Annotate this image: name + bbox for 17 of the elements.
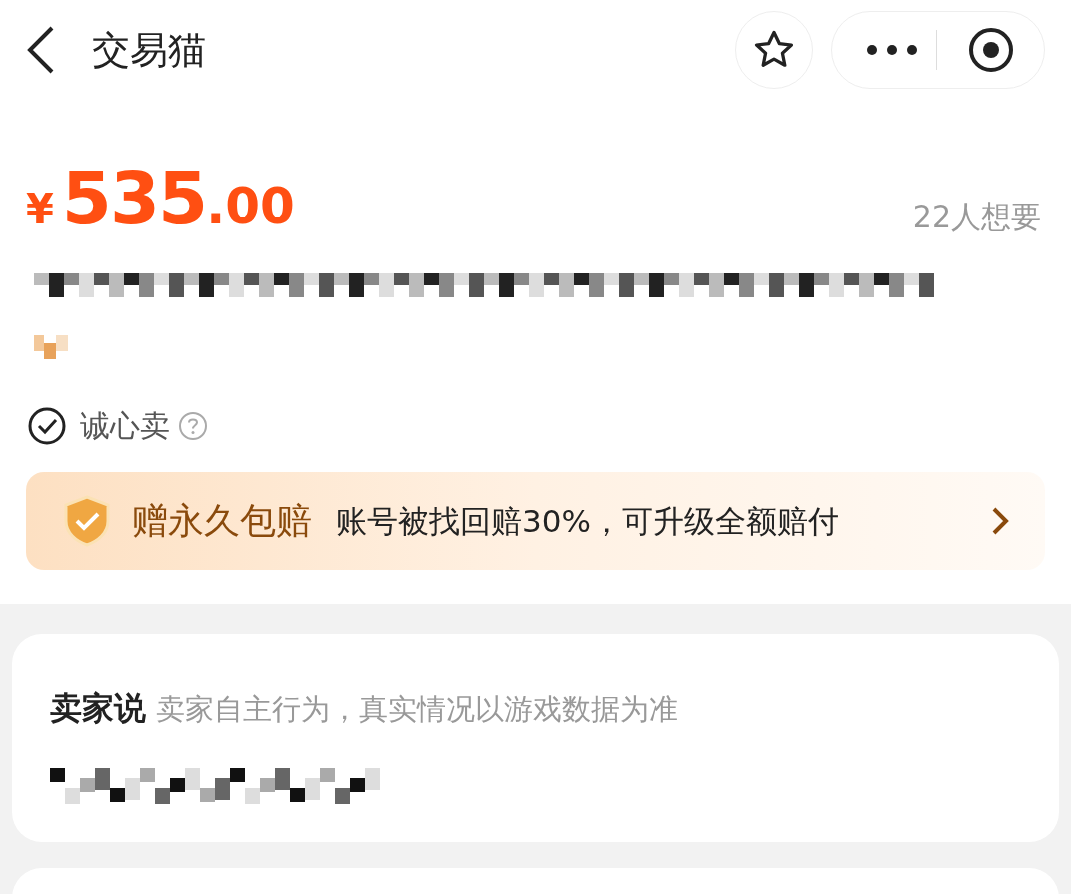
chevron-right-icon	[991, 506, 1009, 536]
shield-icon	[62, 495, 112, 547]
guarantee-text: 账号被找回赔30%，可升级全额赔付	[336, 501, 839, 541]
price-decimal: .00	[206, 181, 295, 231]
more-icon[interactable]	[866, 44, 918, 56]
seller-note-subtitle: 卖家自主行为，真实情况以游戏数据为准	[156, 691, 678, 728]
wants-count: 22人想要	[912, 198, 1041, 236]
check-circle-icon	[28, 406, 66, 445]
currency-symbol: ¥	[26, 185, 54, 234]
guarantee-title: 赠永久包赔	[132, 499, 312, 543]
back-icon[interactable]	[26, 26, 56, 74]
page-title: 交易猫	[92, 26, 206, 74]
seller-note-title: 卖家说	[50, 688, 146, 729]
tag-label: 诚心卖	[80, 407, 170, 445]
target-icon[interactable]	[967, 26, 1015, 74]
price-integer: 535	[61, 162, 207, 234]
guarantee-banner[interactable]: 赠永久包赔 账号被找回赔30%，可升级全额赔付	[26, 472, 1045, 570]
